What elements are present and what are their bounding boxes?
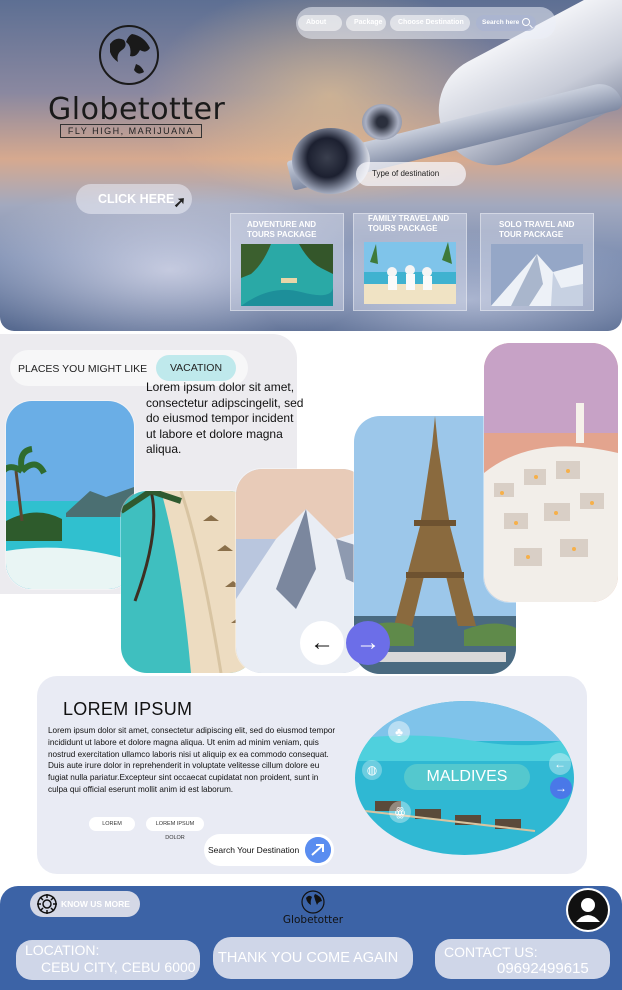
package-card-family[interactable]: FAMILY TRAVEL AND TOURS PACKAGE: [353, 213, 467, 311]
carousel-prev-button[interactable]: ←: [300, 621, 344, 665]
arrow-left-icon: ←: [310, 629, 334, 656]
search-destination-label: Search Your Destination: [208, 845, 300, 855]
search-button[interactable]: Search here: [476, 15, 536, 31]
nav-package[interactable]: Package: [346, 15, 386, 31]
contact-phone[interactable]: 09692499615: [497, 960, 589, 977]
arrow-left-icon[interactable]: ←: [549, 753, 571, 775]
arrow-right-icon: →: [356, 629, 380, 656]
tag-pill[interactable]: LOREM IPSUM DOLOR: [146, 817, 204, 841]
package-title: FAMILY TRAVEL AND TOURS PACKAGE: [368, 214, 450, 233]
mountain-image: [491, 244, 583, 306]
globe-icon: [301, 890, 325, 914]
arrow-up-right-icon: ➚: [173, 194, 186, 211]
know-us-more-button[interactable]: KNOW US MORE: [30, 891, 140, 917]
info-heading: LOREM IPSUM: [63, 699, 193, 719]
info-body: Lorem ipsum dolor sit amet, consectetur …: [48, 726, 336, 794]
location-value: CEBU CITY, CEBU 6000: [41, 959, 196, 975]
lagoon-image: [241, 244, 333, 306]
places-title: PLACES YOU MIGHT LIKE: [18, 363, 148, 375]
send-arrow-icon[interactable]: [305, 837, 331, 863]
package-card-adventure[interactable]: ADVENTURE AND TOURS PACKAGE: [230, 213, 344, 311]
search-icon: [522, 18, 530, 26]
package-title: ADVENTURE AND TOURS PACKAGE: [247, 220, 317, 239]
vacation-tag[interactable]: VACATION: [156, 355, 236, 381]
package-title: SOLO TRAVEL AND TOUR PACKAGE: [499, 220, 575, 239]
contact-label: CONTACT US:: [444, 944, 538, 960]
arrow-right-icon[interactable]: →: [550, 777, 572, 799]
beach-family-image: [364, 242, 456, 304]
nav-choose-destination[interactable]: Choose Destination: [390, 15, 470, 31]
search-destination-bar[interactable]: Search Your Destination: [204, 834, 334, 866]
tag-pill[interactable]: LOREM: [89, 817, 135, 831]
know-us-more-label: KNOW US MORE: [61, 899, 130, 909]
maldives-label: MALDIVES: [404, 764, 530, 790]
top-navigation: About Package Choose Destination Search …: [296, 7, 556, 39]
user-avatar[interactable]: [566, 888, 610, 932]
globe-small-icon[interactable]: ◍: [362, 760, 382, 780]
beach-huts-photo[interactable]: [121, 491, 255, 673]
destination-type-input[interactable]: Type of destination: [356, 162, 466, 186]
search-label: Search here: [482, 19, 520, 26]
footer-brand: Globetotter: [282, 914, 344, 926]
user-icon: [568, 890, 608, 930]
nav-about[interactable]: About: [298, 15, 342, 31]
carousel-next-button[interactable]: →: [346, 621, 390, 665]
tree-icon[interactable]: ♣: [388, 721, 410, 743]
places-description: Lorem ipsum dolor sit amet, consectetur …: [146, 380, 304, 457]
brand-tagline: FLY HIGH, MARIJUANA: [60, 124, 202, 138]
brand-logo[interactable]: Globetotter FLY HIGH, MARIJUANA: [48, 22, 226, 142]
location-label: LOCATION:: [25, 942, 100, 958]
santorini-photo[interactable]: [484, 343, 618, 602]
tropical-island-photo[interactable]: [6, 401, 134, 589]
people-icon[interactable]: ꙮ: [389, 801, 411, 823]
airplane-engine: [292, 128, 370, 194]
click-here-label: CLICK HERE: [98, 192, 175, 206]
thank-you-text: THANK YOU COME AGAIN: [218, 950, 399, 966]
click-here-button[interactable]: CLICK HERE ➚: [76, 184, 192, 214]
package-card-solo[interactable]: SOLO TRAVEL AND TOUR PACKAGE: [480, 213, 594, 311]
footer-logo[interactable]: Globetotter: [276, 890, 350, 934]
airplane-engine: [362, 104, 402, 140]
globe-icon: [99, 25, 159, 85]
brand-name: Globetotter: [48, 92, 226, 127]
gear-icon: [37, 894, 57, 914]
